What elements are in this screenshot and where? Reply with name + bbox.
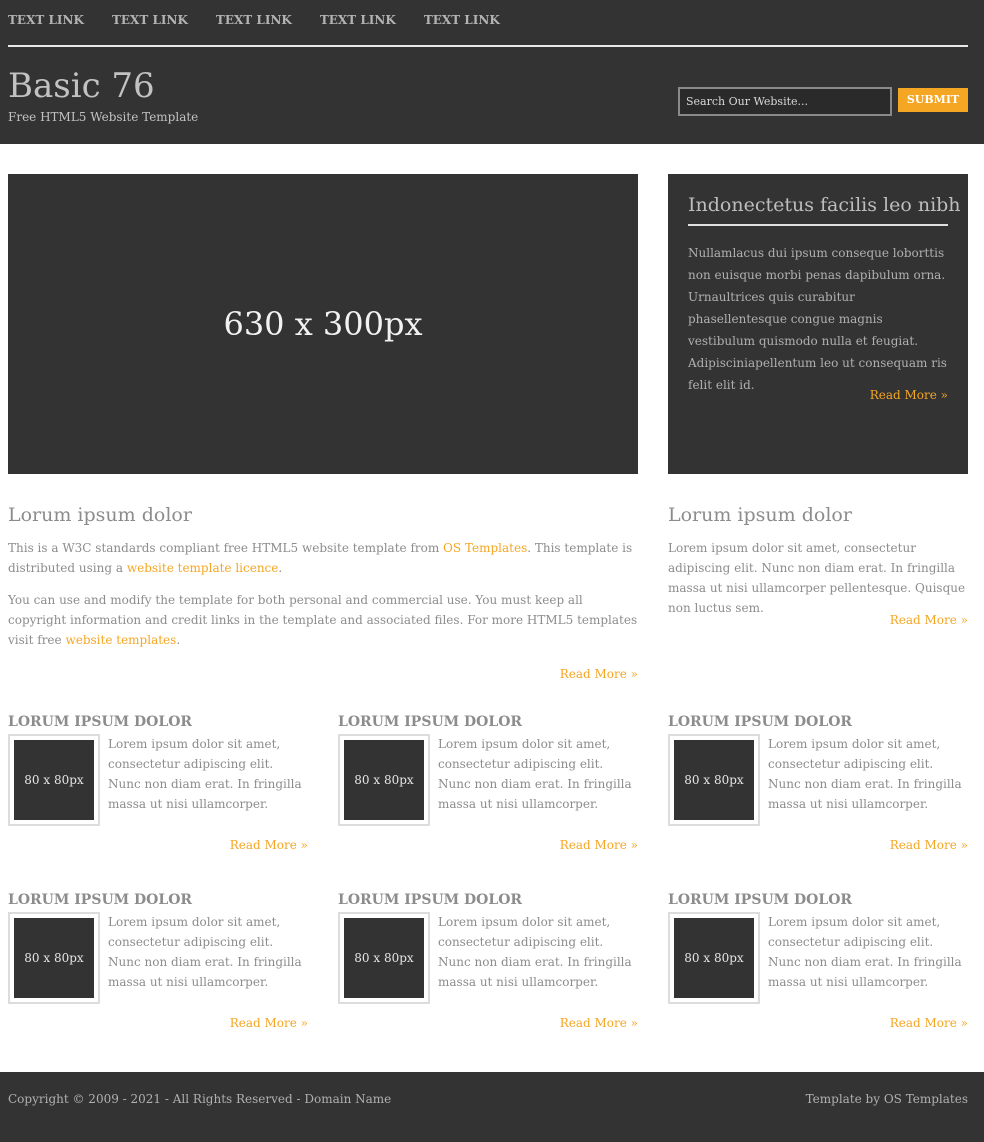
intro-section: Lorum ipsum dolor This is a W3C standard… [8,504,638,681]
sidebar-box-title: Indonectetus facilis leo nibh [688,194,961,226]
card-title: LORUM IPSUM DOLOR [668,714,853,730]
card-read-more-link[interactable]: Read More » [230,1016,308,1030]
site-title[interactable]: Basic 76 [8,66,155,106]
intro-text: . [278,561,283,575]
card-read-more-link[interactable]: Read More » [890,838,968,852]
nav-link-1[interactable]: TEXT LINK [8,0,84,40]
card-read-more-link[interactable]: Read More » [230,838,308,852]
card-read-more-link[interactable]: Read More » [560,838,638,852]
featured-image-label: 630 x 300px [223,305,423,343]
intro-text: . [176,633,181,647]
content-card: LORUM IPSUM DOLOR 80 x 80px Lorem ipsum … [338,892,638,1042]
os-templates-link[interactable]: OS Templates [443,541,527,555]
intro-paragraph-2: You can use and modify the template for … [8,590,638,650]
submit-button[interactable]: SUBMIT [898,88,968,112]
intro-paragraph-1: This is a W3C standards compliant free H… [8,538,638,578]
secondary-intro-text: Lorem ipsum dolor sit amet, consectetur … [668,541,966,615]
copyright-text: Copyright © 2009 - 2021 - All Rights Res… [8,1092,392,1106]
intro-title: Lorum ipsum dolor [8,504,192,526]
thumbnail-placeholder: 80 x 80px [344,918,424,998]
secondary-intro-section: Lorum ipsum dolor Lorem ipsum dolor sit … [668,504,968,627]
nav-link-4[interactable]: TEXT LINK [320,0,396,40]
intro-read-more-link[interactable]: Read More » [560,667,638,681]
thumbnail-placeholder: 80 x 80px [674,740,754,820]
content-card: LORUM IPSUM DOLOR 80 x 80px Lorem ipsum … [668,714,968,864]
secondary-read-more-link[interactable]: Read More » [890,613,968,627]
card-title: LORUM IPSUM DOLOR [8,714,193,730]
card-text: Lorem ipsum dolor sit amet, consectetur … [108,737,302,811]
nav-link-3[interactable]: TEXT LINK [216,0,292,40]
card-thumbnail: 80 x 80px [668,734,760,826]
card-text: Lorem ipsum dolor sit amet, consectetur … [768,915,962,989]
card-thumbnail: 80 x 80px [338,734,430,826]
thumbnail-placeholder: 80 x 80px [14,918,94,998]
featured-image-placeholder: 630 x 300px [8,174,638,474]
card-title: LORUM IPSUM DOLOR [8,892,193,908]
site-subtitle: Free HTML5 Website Template [8,110,199,124]
nav-link-5[interactable]: TEXT LINK [424,0,500,40]
card-text: Lorem ipsum dolor sit amet, consectetur … [438,737,632,811]
nav-link-2[interactable]: TEXT LINK [112,0,188,40]
website-templates-link[interactable]: website templates [65,633,176,647]
thumbnail-placeholder: 80 x 80px [674,918,754,998]
card-thumbnail: 80 x 80px [8,912,100,1004]
sidebar-box-text: Nullamlacus dui ipsum conseque loborttis… [688,246,947,392]
thumbnail-placeholder: 80 x 80px [344,740,424,820]
card-read-more-link[interactable]: Read More » [890,1016,968,1030]
top-navigation: TEXT LINK TEXT LINK TEXT LINK TEXT LINK … [8,0,968,47]
template-credit-link[interactable]: Template by OS Templates [806,1092,968,1106]
site-header: TEXT LINK TEXT LINK TEXT LINK TEXT LINK … [0,0,984,144]
sidebar-read-more-link[interactable]: Read More » [870,388,948,402]
card-thumbnail: 80 x 80px [8,734,100,826]
card-thumbnail: 80 x 80px [668,912,760,1004]
card-text: Lorem ipsum dolor sit amet, consectetur … [768,737,962,811]
card-text: Lorem ipsum dolor sit amet, consectetur … [108,915,302,989]
thumbnail-placeholder: 80 x 80px [14,740,94,820]
content-card: LORUM IPSUM DOLOR 80 x 80px Lorem ipsum … [8,714,308,864]
content-card: LORUM IPSUM DOLOR 80 x 80px Lorem ipsum … [338,714,638,864]
card-thumbnail: 80 x 80px [338,912,430,1004]
site-footer: Copyright © 2009 - 2021 - All Rights Res… [0,1072,984,1142]
content-card: LORUM IPSUM DOLOR 80 x 80px Lorem ipsum … [668,892,968,1042]
card-title: LORUM IPSUM DOLOR [338,892,523,908]
card-read-more-link[interactable]: Read More » [560,1016,638,1030]
search-input[interactable]: Search Our Website... [678,87,892,116]
secondary-intro-title: Lorum ipsum dolor [668,504,852,526]
licence-link[interactable]: website template licence [127,561,279,575]
card-title: LORUM IPSUM DOLOR [668,892,853,908]
sidebar-box: Indonectetus facilis leo nibh Nullamlacu… [668,174,968,474]
content-card: LORUM IPSUM DOLOR 80 x 80px Lorem ipsum … [8,892,308,1042]
card-text: Lorem ipsum dolor sit amet, consectetur … [438,915,632,989]
intro-text: This is a W3C standards compliant free H… [8,541,444,555]
card-title: LORUM IPSUM DOLOR [338,714,523,730]
